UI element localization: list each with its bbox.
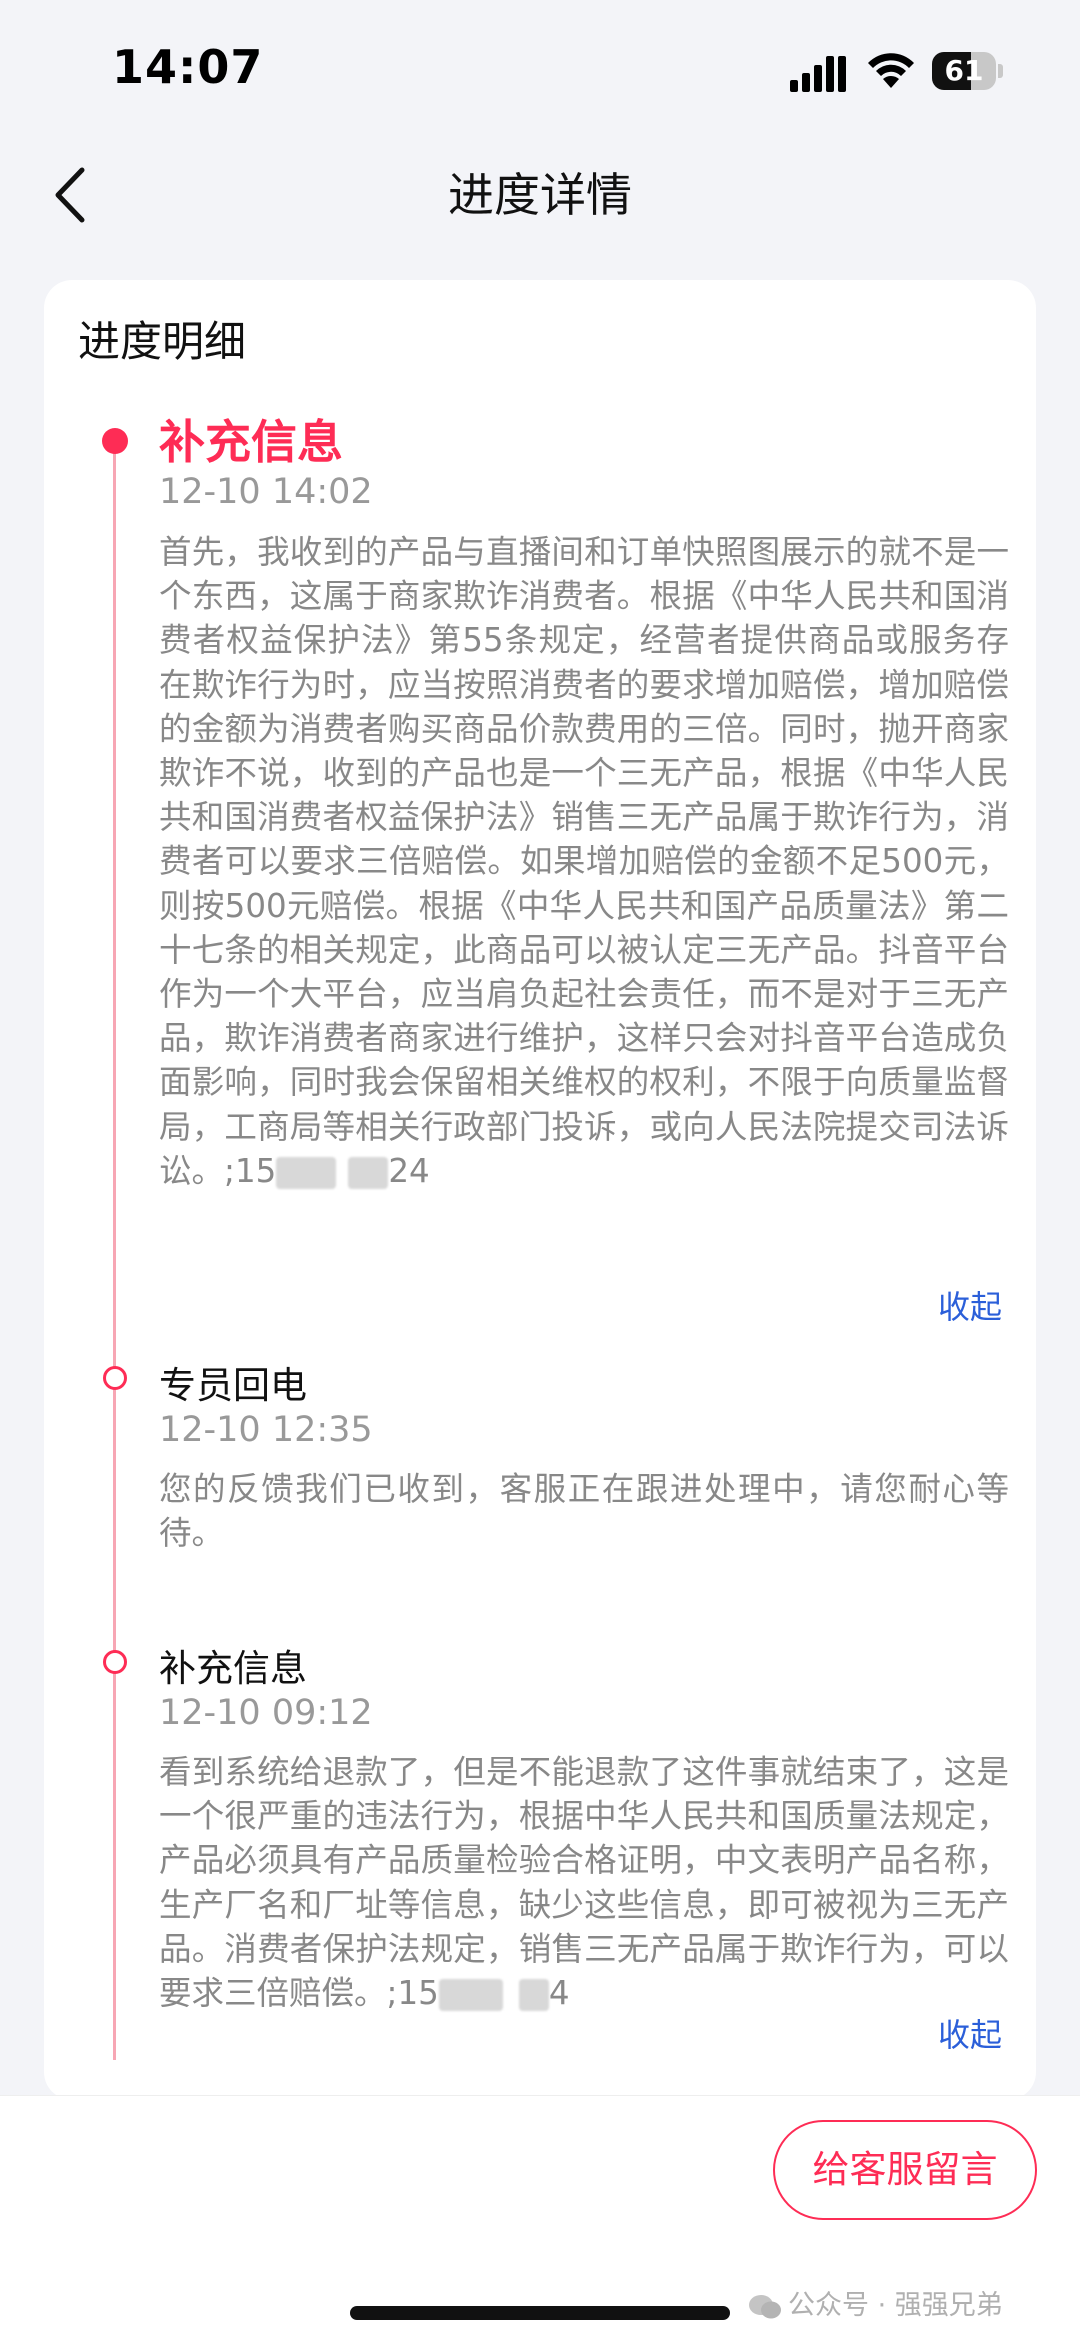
collapse-link[interactable]: 收起 [938,2010,1002,2056]
progress-card: 进度明细 补充信息 12-10 14:02 首先，我收到的产品与直播间和订单快照… [44,280,1036,2100]
cellular-signal-icon [790,56,846,92]
battery-icon: 61 [932,52,1004,90]
redacted-phone [438,1979,503,2012]
nav-bar: 进度详情 [0,140,1080,250]
wechat-icon [749,2294,781,2318]
timeline-dot-active [102,428,128,454]
watermark: 公众号 · 强强兄弟 [748,2286,1003,2326]
entry-title: 补充信息 [159,415,343,469]
collapse-link[interactable]: 收起 [938,1282,1002,1328]
timeline-line [113,430,116,2060]
timeline-dot [103,1366,127,1390]
bottom-bar: 给客服留言 公众号 · 强强兄弟 [0,2095,1080,2337]
entry-time: 12-10 09:12 [159,1693,373,1733]
entry-time: 12-10 14:02 [159,472,373,512]
redacted-phone [348,1156,389,1189]
redacted-phone [518,1979,549,2012]
page-title: 进度详情 [448,168,632,222]
entry-text: 您的反馈我们已收到，客服正在跟进处理中，请您耐心等待。 [159,1470,1009,1553]
status-bar: 14:07 61 [0,0,1080,140]
home-indicator [350,2306,730,2320]
battery-level: 61 [944,54,984,87]
card-title: 进度明细 [78,317,247,366]
entry-time: 12-10 12:35 [159,1410,373,1450]
entry-title: 补充信息 [159,1647,307,1690]
entry-text: 首先，我收到的产品与直播间和订单快照图展示的就不是一个东西，这属于商家欺诈消费者… [159,533,1009,1190]
status-time: 14:07 [112,40,264,94]
message-service-button[interactable]: 给客服留言 [773,2120,1037,2220]
entry-text: 看到系统给退款了，但是不能退款了这件事就结束了，这是一个很严重的违法行为，根据中… [159,1753,1009,2013]
entry-title: 专员回电 [159,1364,307,1407]
timeline-dot [103,1650,127,1674]
wifi-icon [868,53,914,88]
redacted-phone [276,1156,337,1189]
